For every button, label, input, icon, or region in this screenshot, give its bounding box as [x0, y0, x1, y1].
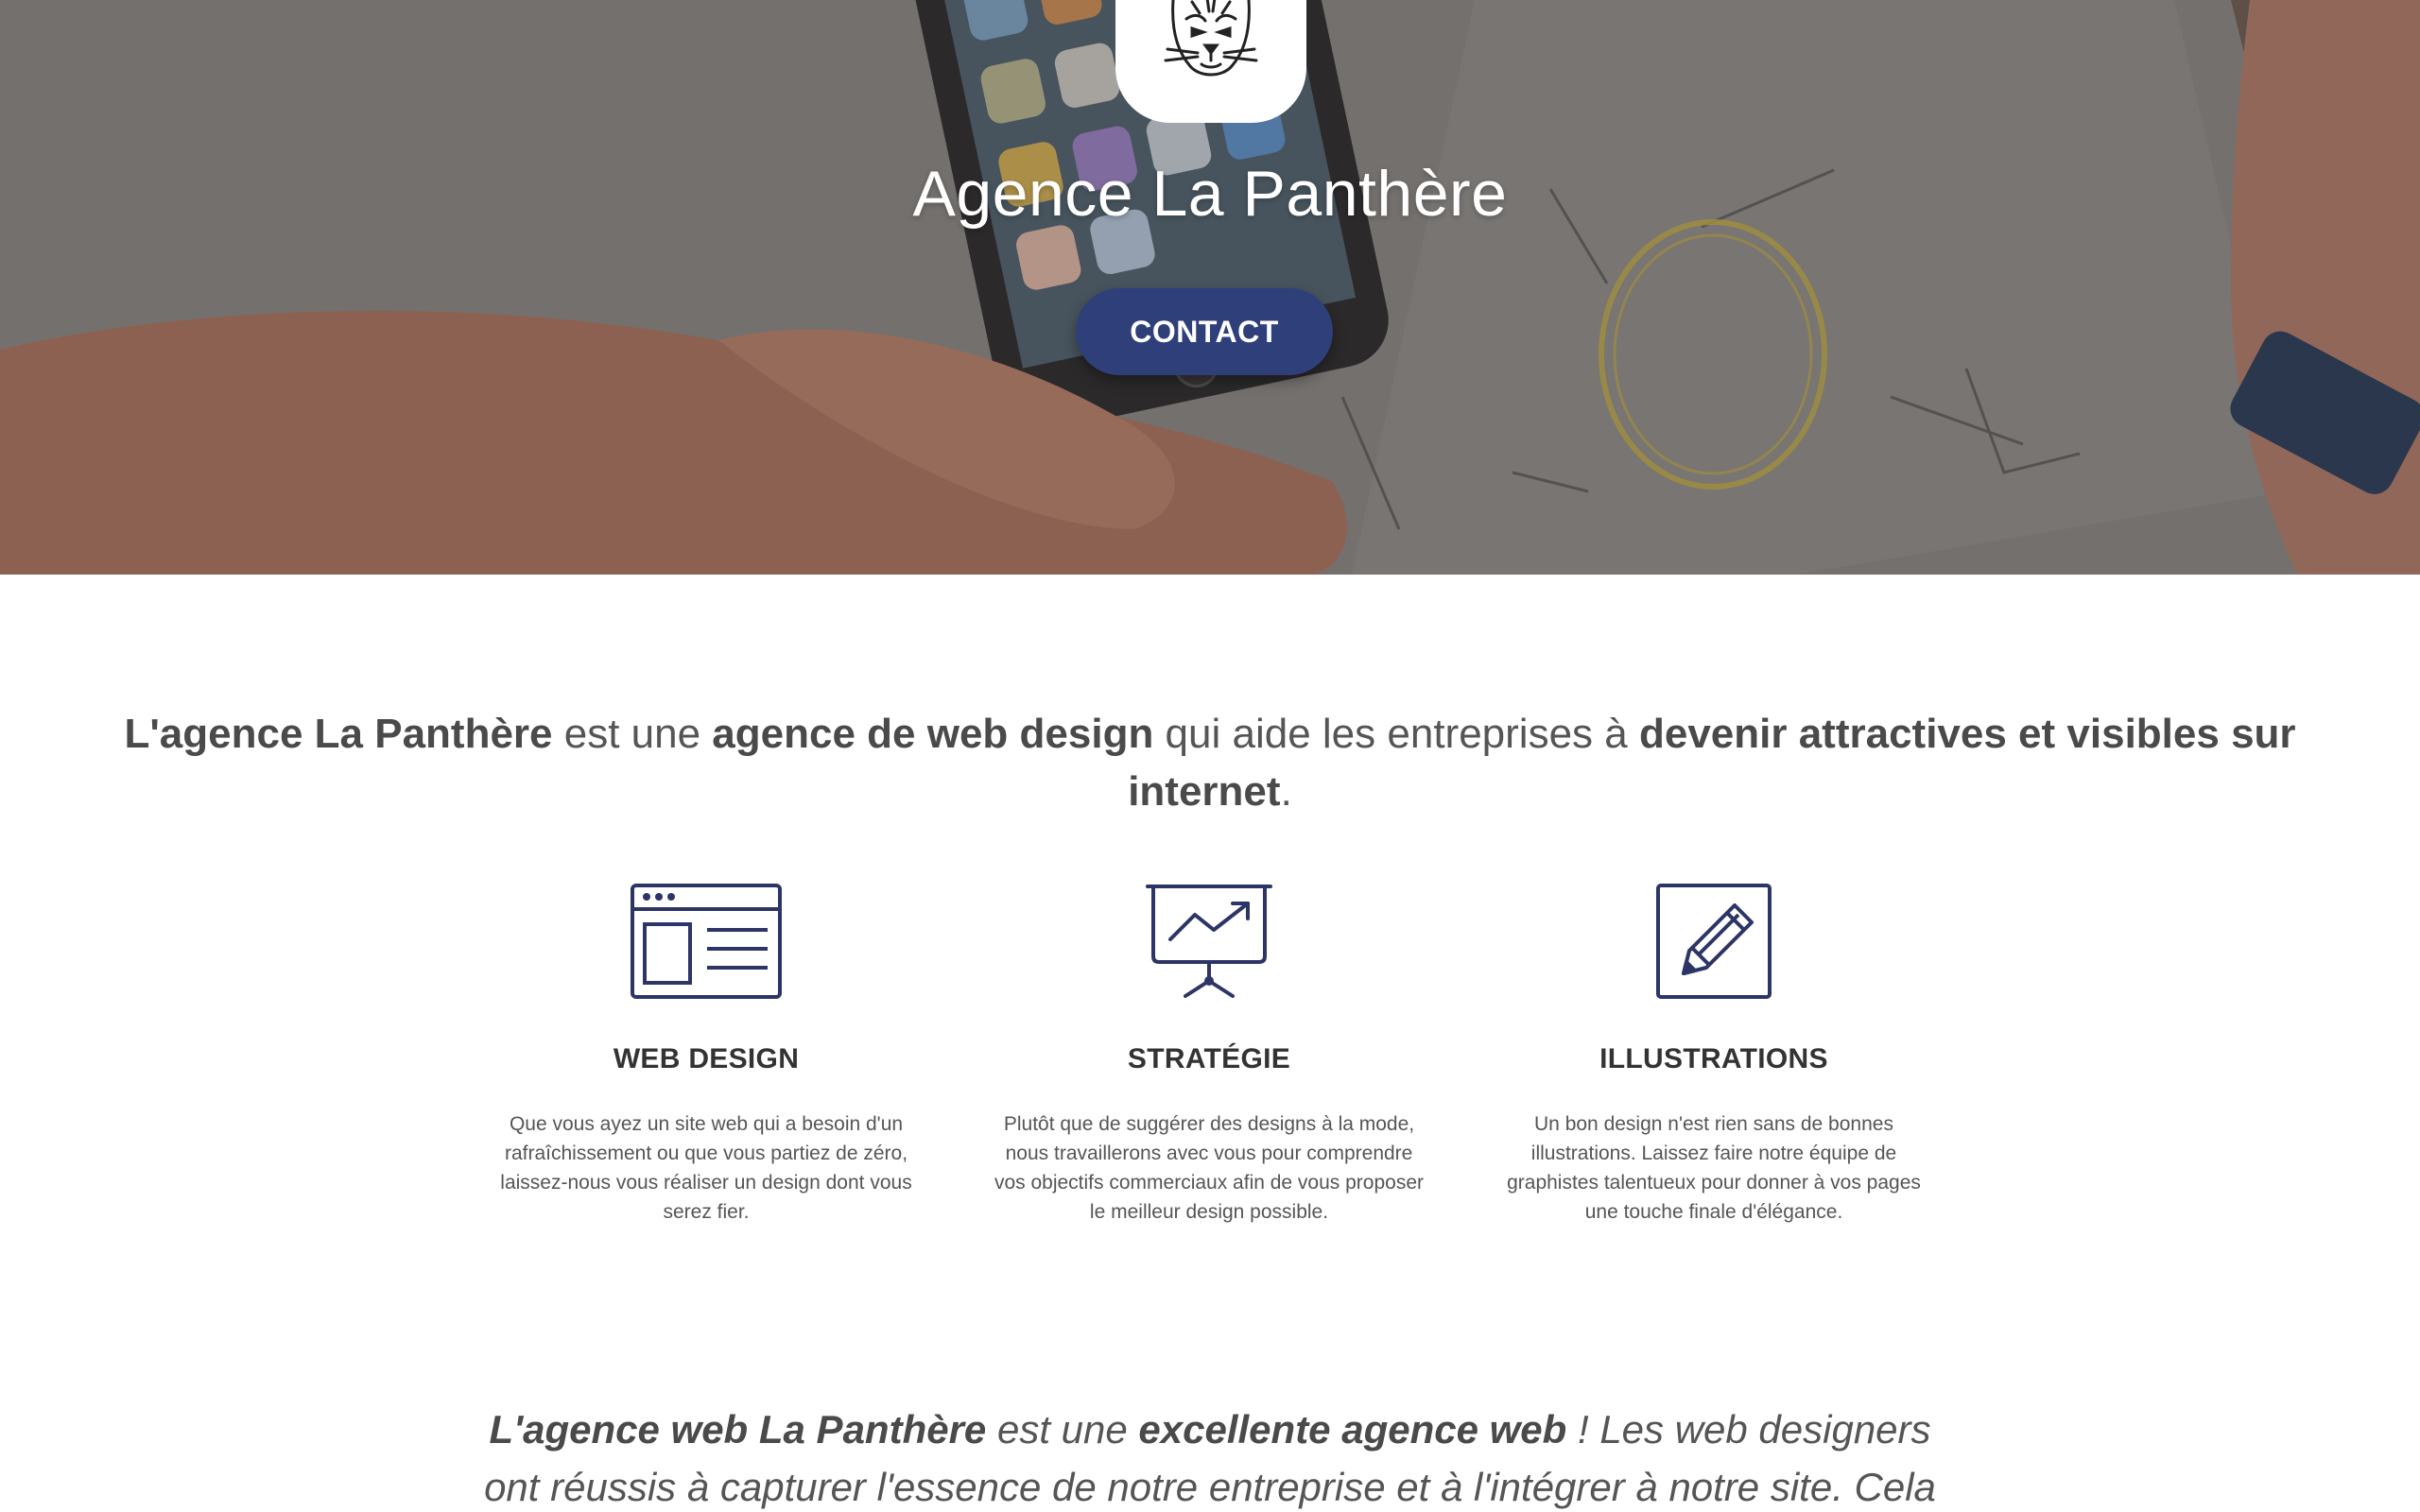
intro-text-segment: est une: [552, 711, 713, 757]
service-strategie: STRATÉGIE Plutôt que de suggérer des des…: [987, 883, 1431, 1227]
service-description: Un bon design n'est rien sans de bonnes …: [1507, 1113, 1921, 1223]
page-title: Agence La Panthère: [912, 158, 1508, 230]
intro-highlight-web-design: agence de web design: [712, 711, 1154, 757]
testimonial-text-segment: est une: [986, 1407, 1139, 1452]
browser-window-icon: [631, 884, 782, 999]
hero-section: Agence La Panthère CONTACT: [0, 0, 2420, 575]
service-title: STRATÉGIE: [1127, 1043, 1291, 1074]
intro-text: L'agence La Panthère est une agence de w…: [113, 705, 2307, 820]
contact-button[interactable]: CONTACT: [1076, 288, 1333, 375]
service-description: Plutôt que de suggérer des designs à la …: [994, 1113, 1425, 1223]
testimonial-highlight: excellente agence web: [1138, 1407, 1567, 1452]
testimonial-quote: L'agence web La Panthère est une excelle…: [463, 1400, 1957, 1512]
pencil-square-icon: [1656, 884, 1772, 999]
logo[interactable]: [1115, 0, 1306, 123]
service-description: Que vous ayez un site web qui a besoin d…: [500, 1113, 912, 1223]
intro-agency-name: L'agence La Panthère: [124, 711, 553, 757]
testimonial-agency-name: L'agence web La Panthère: [489, 1407, 987, 1452]
presentation-chart-icon: [1146, 885, 1272, 998]
service-illustrations: ILLUSTRATIONS Un bon design n'est rien s…: [1492, 883, 1936, 1227]
intro-text-segment: qui aide les entreprises à: [1153, 711, 1639, 757]
intro-text-segment: .: [1280, 768, 1292, 815]
service-title: WEB DESIGN: [613, 1043, 800, 1074]
service-web-design: WEB DESIGN Que vous ayez un site web qui…: [484, 883, 928, 1227]
panther-head-icon: [1164, 0, 1258, 77]
service-title: ILLUSTRATIONS: [1599, 1043, 1828, 1074]
